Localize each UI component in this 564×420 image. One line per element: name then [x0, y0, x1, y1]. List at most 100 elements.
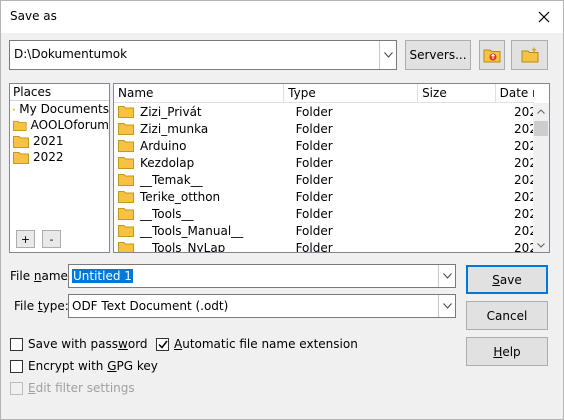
file-row[interactable]: __Tools__ Folder 2022 — [114, 205, 534, 222]
close-icon — [538, 11, 550, 23]
file-row[interactable]: Zizi_munka Folder 2022 — [114, 120, 534, 137]
folder-up-icon — [483, 49, 501, 63]
checkbox-box — [10, 381, 23, 395]
file-type: Folder — [295, 240, 333, 253]
checkbox-box[interactable] — [10, 359, 23, 373]
folder-icon — [118, 208, 134, 220]
file-type: Folder — [295, 172, 333, 187]
places-panel: Places My Documents AOOLOforum 2021 2022… — [9, 83, 110, 253]
filename-dropdown-button[interactable] — [438, 265, 455, 287]
help-label: Help — [493, 344, 521, 359]
path-value: D:\Dokumentumok — [14, 47, 128, 61]
column-name[interactable]: Name — [114, 84, 285, 103]
file-date: 2022 — [514, 223, 534, 238]
add-place-label: + — [20, 232, 31, 246]
chevron-down-icon — [383, 52, 393, 58]
file-type: Folder — [295, 155, 333, 170]
close-button[interactable] — [531, 5, 557, 29]
dialog-title: Save as — [10, 9, 57, 23]
place-label: My Documents — [19, 102, 109, 116]
places-header: Places — [10, 84, 109, 101]
chevron-down-icon — [537, 242, 545, 248]
encrypt-gpg-label: Encrypt with GPG key — [28, 359, 158, 373]
place-item-aooloforum[interactable]: AOOLOforum — [10, 117, 109, 133]
file-list[interactable]: Name Type Size Date modified Zizi_Privát… — [113, 83, 550, 253]
folder-icon — [118, 225, 134, 237]
folder-icon — [118, 140, 134, 152]
file-date: 2022 — [514, 189, 534, 204]
cancel-button[interactable]: Cancel — [466, 301, 548, 330]
file-type: Folder — [295, 189, 333, 204]
encrypt-gpg-checkbox[interactable]: Encrypt with GPG key — [10, 359, 158, 373]
file-date: 2022 — [514, 104, 534, 119]
remove-place-button[interactable]: - — [42, 230, 61, 248]
folder-icon — [118, 242, 134, 252]
file-type: Folder — [295, 223, 333, 238]
file-type: Folder — [295, 206, 333, 221]
path-dropdown-button[interactable] — [379, 41, 396, 69]
save-button[interactable]: Save — [466, 265, 548, 294]
checkmark-icon — [157, 340, 168, 349]
checkbox-box[interactable] — [156, 337, 169, 351]
file-name: __Tools_NyLap — [140, 240, 226, 253]
file-type: Folder — [295, 104, 333, 119]
auto-extension-label: Automatic file name extension — [174, 337, 358, 351]
file-date: 2022 — [514, 172, 534, 187]
place-item-2022[interactable]: 2022 — [10, 149, 109, 165]
column-type[interactable]: Type — [284, 84, 419, 103]
file-name: __Tools__ — [140, 206, 194, 221]
new-folder-button[interactable] — [511, 40, 548, 70]
servers-button[interactable]: Servers... — [405, 40, 471, 70]
file-row[interactable]: __Tools_NyLap Folder 2022 — [114, 239, 534, 253]
scroll-up-button[interactable] — [533, 103, 549, 119]
path-combobox[interactable]: D:\Dokumentumok — [9, 40, 397, 70]
scroll-down-button[interactable] — [533, 237, 549, 252]
save-label: Save — [492, 272, 522, 287]
help-button[interactable]: Help — [466, 337, 548, 366]
add-place-button[interactable]: + — [16, 230, 35, 248]
place-label: 2022 — [33, 150, 64, 164]
file-date: 2022 — [514, 206, 534, 221]
file-type: Folder — [295, 138, 333, 153]
save-with-password-checkbox[interactable]: Save with password — [10, 337, 148, 351]
file-row[interactable]: Terike_otthon Folder 2022 — [114, 188, 534, 205]
edit-filter-settings-checkbox: Edit filter settings — [10, 381, 135, 395]
column-size[interactable]: Size — [418, 84, 496, 103]
file-row[interactable]: Kezdolap Folder 2022 — [114, 154, 534, 171]
auto-extension-checkbox[interactable]: Automatic file name extension — [156, 337, 358, 351]
scroll-thumb[interactable] — [534, 121, 548, 136]
file-type: Folder — [295, 121, 333, 136]
place-label: AOOLOforum — [30, 118, 109, 132]
place-item-my-documents[interactable]: My Documents — [10, 101, 109, 117]
checkbox-box[interactable] — [10, 337, 23, 351]
new-folder-icon — [521, 47, 538, 63]
file-name: __Temak__ — [140, 172, 203, 187]
file-row[interactable]: Arduino Folder 2022 — [114, 137, 534, 154]
place-label: 2021 — [33, 134, 64, 148]
file-row[interactable]: __Tools_Manual__ Folder 2022 — [114, 222, 534, 239]
folder-icon — [118, 157, 134, 169]
file-row[interactable]: Zizi_Privát Folder 2022 — [114, 103, 534, 120]
go-up-button[interactable] — [479, 40, 505, 70]
file-list-scrollbar[interactable] — [533, 103, 549, 252]
remove-place-label: - — [49, 232, 54, 246]
filename-input[interactable]: Untitled 1 — [68, 264, 456, 288]
folder-icon — [13, 151, 29, 164]
folder-icon — [13, 108, 16, 110]
column-date[interactable]: Date modified — [496, 84, 534, 103]
file-rows: Zizi_Privát Folder 2022 Zizi_munka Folde… — [114, 103, 534, 253]
place-item-2021[interactable]: 2021 — [10, 133, 109, 149]
filetype-dropdown-button[interactable] — [438, 295, 455, 317]
file-name: Kezdolap — [140, 155, 195, 170]
file-list-header: Name Type Size Date modified — [114, 84, 534, 103]
folder-icon — [13, 135, 29, 148]
folder-icon — [118, 106, 134, 118]
filetype-select[interactable]: ODF Text Document (.odt) — [68, 294, 456, 318]
chevron-down-icon — [442, 303, 452, 309]
title-bar: Save as — [1, 1, 563, 33]
file-date: 2022 — [514, 240, 534, 253]
chevron-up-icon — [537, 108, 545, 114]
folder-icon — [118, 123, 134, 135]
file-name: Terike_otthon — [140, 189, 221, 204]
file-row[interactable]: __Temak__ Folder 2022 — [114, 171, 534, 188]
